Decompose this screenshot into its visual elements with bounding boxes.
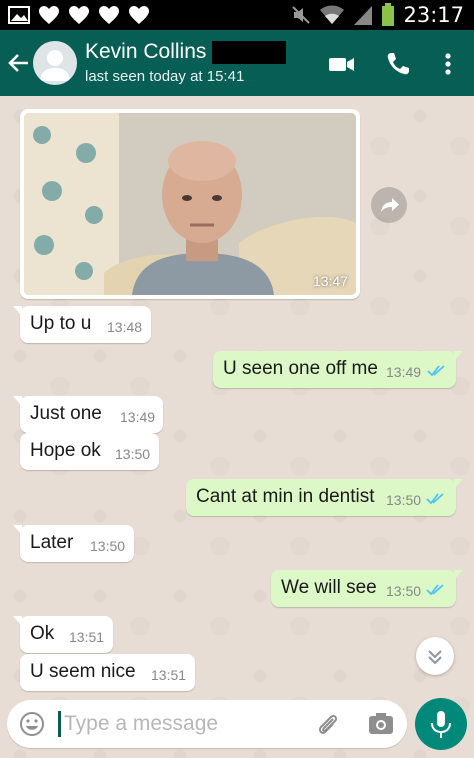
- message-text: U seen one off me: [223, 358, 378, 379]
- signal-icon: [354, 6, 373, 25]
- message-text: Cant at min in dentist: [196, 486, 375, 507]
- phone-icon[interactable]: [384, 50, 412, 78]
- forward-icon: [381, 198, 399, 212]
- message-text: Later: [30, 532, 74, 553]
- message-composer: [7, 700, 407, 748]
- heart-icon: [69, 6, 89, 24]
- message-bubble-outgoing[interactable]: We will see 13:50: [271, 570, 463, 607]
- message-time: 13:49: [120, 409, 156, 425]
- message-time: 13:50: [115, 446, 151, 462]
- chat-area[interactable]: 13:47 Up to u 13:48 U seen one off me 13…: [0, 96, 474, 758]
- message-bubble-incoming[interactable]: Hope ok 13:50: [20, 433, 159, 470]
- heart-icon: [99, 6, 119, 24]
- text-cursor: [58, 711, 61, 737]
- clock: 23:17: [403, 3, 464, 27]
- scroll-to-bottom-button[interactable]: [416, 637, 454, 675]
- message-bubble-outgoing[interactable]: Cant at min in dentist 13:50: [186, 479, 463, 516]
- message-bubble-incoming[interactable]: Later 13:50: [13, 525, 134, 562]
- attach-icon[interactable]: [315, 711, 341, 737]
- message-text: Just one: [30, 403, 102, 424]
- last-seen-status: last seen today at 15:41: [85, 68, 245, 85]
- heart-icon: [129, 6, 149, 24]
- chat-header: Kevin Collins last seen today at 15:41: [0, 30, 474, 96]
- voice-record-button[interactable]: [415, 698, 467, 750]
- mute-icon: [292, 6, 311, 24]
- video-call-icon[interactable]: [328, 50, 356, 78]
- heart-icon: [39, 6, 59, 24]
- message-text: Hope ok: [30, 440, 101, 461]
- image-message[interactable]: 13:47: [20, 109, 360, 299]
- photo[interactable]: 13:47: [24, 113, 356, 295]
- read-ticks-icon: [427, 365, 445, 377]
- image-icon: [8, 6, 30, 24]
- message-time: 13:50: [386, 492, 422, 508]
- emoji-icon[interactable]: [19, 711, 45, 737]
- message-bubble-incoming[interactable]: Ok 13:51: [13, 616, 113, 653]
- message-time: 13:50: [90, 538, 126, 554]
- message-bubble-outgoing[interactable]: U seen one off me 13:49: [213, 351, 463, 388]
- more-vert-icon[interactable]: [434, 50, 462, 78]
- message-bubble-incoming[interactable]: Up to u 13:48: [13, 306, 151, 343]
- message-time: 13:51: [69, 629, 105, 645]
- read-ticks-icon: [426, 584, 444, 596]
- message-text: Ok: [30, 623, 55, 644]
- message-time: 13:50: [386, 583, 422, 599]
- message-input[interactable]: [64, 708, 304, 740]
- wifi-icon: [320, 5, 345, 24]
- message-text: We will see: [281, 577, 377, 598]
- avatar[interactable]: [33, 41, 77, 85]
- battery-icon: [382, 3, 395, 26]
- contact-name[interactable]: Kevin Collins: [85, 40, 206, 64]
- forward-button[interactable]: [371, 187, 407, 223]
- mic-icon: [431, 711, 451, 738]
- status-bar: 23:17: [0, 0, 474, 30]
- message-time: 13:51: [151, 667, 187, 683]
- chevron-down-icon: [428, 650, 442, 665]
- image-timestamp: 13:47: [312, 273, 348, 289]
- message-time: 13:49: [386, 364, 422, 380]
- message-bubble-incoming[interactable]: Just one 13:49: [13, 396, 163, 433]
- message-time: 13:48: [107, 319, 143, 335]
- message-text: U seem nice: [30, 661, 136, 682]
- message-text: Up to u: [30, 313, 92, 334]
- message-bubble-incoming[interactable]: U seem nice 13:51: [20, 654, 195, 691]
- camera-icon[interactable]: [367, 711, 395, 737]
- back-arrow-icon[interactable]: [8, 52, 30, 74]
- read-ticks-icon: [426, 493, 444, 505]
- redaction-bar: [212, 41, 286, 64]
